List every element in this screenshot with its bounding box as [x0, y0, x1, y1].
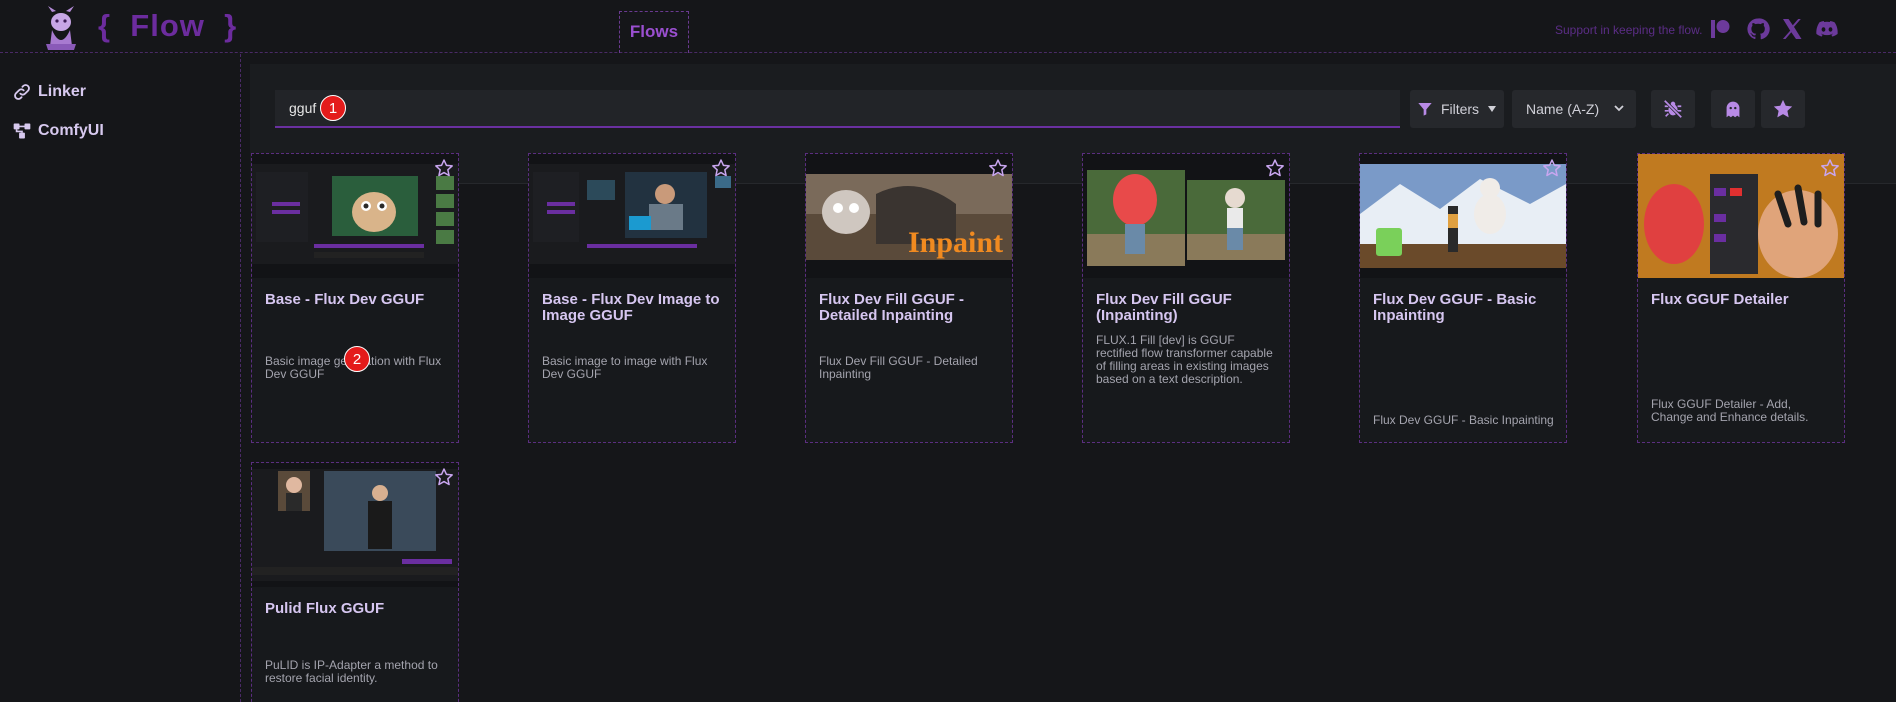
thumbnail-inpaint-text: Inpaint	[908, 226, 1003, 259]
card-title: Flux GGUF Detailer	[1651, 291, 1789, 308]
card-description: Flux Dev Fill GGUF - Detailed Inpainting	[819, 354, 978, 381]
chevron-down-icon	[1614, 105, 1624, 112]
favorite-star-icon[interactable]	[434, 467, 454, 487]
star-icon	[1773, 99, 1793, 118]
card-thumbnail: Inpaint	[806, 154, 1012, 278]
patreon-icon[interactable]	[1708, 17, 1732, 41]
annotation-badge-2: 2	[344, 346, 370, 372]
card-description: PuLID is IP-Adapter a method to restore …	[265, 658, 438, 685]
support-text[interactable]: Support in keeping the flow.	[1555, 23, 1702, 37]
favorite-star-icon[interactable]	[711, 158, 731, 178]
card-title: Pulid Flux GGUF	[265, 600, 385, 617]
x-icon[interactable]	[1780, 17, 1804, 41]
search-field[interactable]	[275, 90, 1400, 128]
card-description: Flux GGUF Detailer - Add, Change and Enh…	[1651, 397, 1809, 424]
favorite-star-icon[interactable]	[1542, 158, 1562, 178]
bug-off-icon	[1663, 99, 1683, 119]
card-description: FLUX.1 Fill [dev] is GGUF rectified flow…	[1096, 333, 1273, 386]
ghost-icon	[1726, 101, 1740, 118]
flow-card[interactable]: Flux Dev Fill GGUF (Inpainting) FLUX.1 F…	[1082, 153, 1290, 443]
card-thumbnail	[252, 463, 458, 587]
favorite-star-icon[interactable]	[1265, 158, 1285, 178]
link-icon	[14, 84, 30, 100]
favorite-star-icon[interactable]	[1820, 158, 1840, 178]
card-title: Flux Dev Fill GGUF (Inpainting)	[1096, 291, 1232, 324]
sidebar-item-label: Linker	[38, 83, 87, 100]
tab-flows[interactable]: Flows	[619, 11, 689, 53]
card-title: Flux Dev Fill GGUF - Detailed Inpainting	[819, 291, 965, 324]
favorite-star-icon[interactable]	[988, 158, 1008, 178]
card-thumbnail	[1638, 154, 1844, 278]
caret-down-icon	[1488, 106, 1497, 112]
search-input[interactable]	[275, 90, 1400, 126]
github-icon[interactable]	[1746, 17, 1770, 41]
flow-card[interactable]: Pulid Flux GGUF PuLID is IP-Adapter a me…	[251, 462, 459, 702]
flow-card[interactable]: Base - Flux Dev Image to Image GGUF Basi…	[528, 153, 736, 443]
hide-broken-button[interactable]	[1651, 90, 1695, 128]
sort-value: Name (A-Z)	[1526, 101, 1600, 117]
card-title: Base - Flux Dev GGUF	[265, 291, 425, 308]
card-title: Flux Dev GGUF - Basic Inpainting	[1373, 291, 1537, 324]
filters-label: Filters	[1440, 101, 1480, 117]
goat-logo-icon[interactable]	[38, 6, 84, 50]
card-thumbnail	[1360, 154, 1566, 278]
sidebar-item-label: ComfyUI	[38, 122, 104, 139]
card-description: Basic image to image with Flux Dev GGUF	[542, 354, 708, 381]
favorite-star-icon[interactable]	[434, 158, 454, 178]
flow-card[interactable]: Base - Flux Dev GGUF Basic image generat…	[251, 153, 459, 443]
sidebar-item-linker[interactable]: Linker	[12, 82, 86, 102]
annotation-badge-1: 1	[320, 95, 346, 121]
sort-select[interactable]: Name (A-Z)	[1512, 90, 1636, 128]
brand-title: { Flow }	[98, 8, 238, 43]
card-thumbnail	[252, 154, 458, 278]
discord-icon[interactable]	[1815, 17, 1839, 41]
sidebar-item-comfyui[interactable]: ComfyUI	[12, 121, 104, 141]
ghost-button[interactable]	[1711, 90, 1755, 128]
card-description: Flux Dev GGUF - Basic Inpainting	[1373, 413, 1554, 427]
sidebar: Linker ComfyUI	[0, 54, 241, 702]
card-thumbnail	[529, 154, 735, 278]
favorites-button[interactable]	[1761, 90, 1805, 128]
flow-card[interactable]: Flux GGUF Detailer Flux GGUF Detailer - …	[1637, 153, 1845, 443]
card-thumbnail	[1083, 154, 1289, 278]
card-title: Base - Flux Dev Image to Image GGUF	[542, 291, 720, 324]
filters-button[interactable]: Filters	[1410, 90, 1504, 128]
flow-card[interactable]: Flux Dev GGUF - Basic Inpainting Flux De…	[1359, 153, 1567, 443]
top-header: { Flow } Flows Support in keeping the fl…	[0, 0, 1896, 53]
nodes-icon	[13, 123, 31, 139]
flow-card[interactable]: Inpaint Flux Dev Fill GGUF - Detailed In…	[805, 153, 1013, 443]
funnel-icon	[1418, 103, 1432, 116]
